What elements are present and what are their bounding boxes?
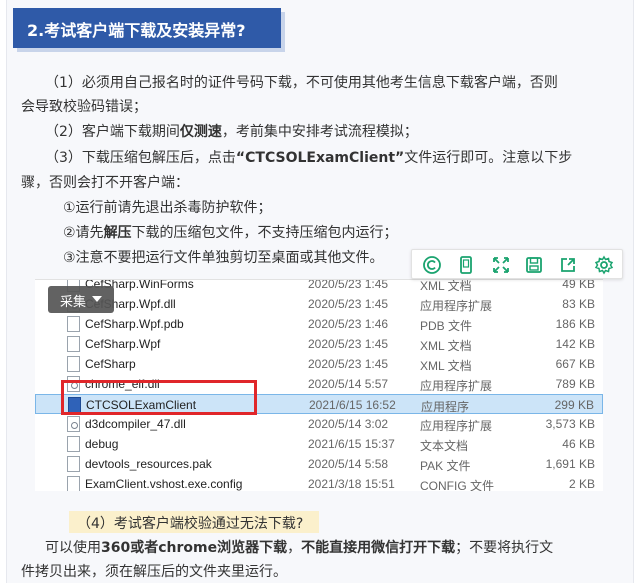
paragraph-5-line-2: 件拷贝出来，须在解压后的文件夹里运行。 — [21, 564, 287, 580]
article-page: 2.考试客户端下载及安装异常? （1）必须用自己报名时的证件号码下载，不可使用其… — [6, 0, 634, 583]
floating-toolbar — [411, 249, 623, 279]
file-row[interactable]: devtools_resources.pak 2020/5/14 5:58 PAK … — [35, 454, 603, 474]
collect-button-label: 采集 — [60, 295, 87, 310]
chevron-down-icon — [92, 296, 102, 302]
file-type: 应用程序扩展 — [420, 299, 493, 313]
expand-icon[interactable] — [491, 255, 511, 275]
share-icon[interactable] — [558, 255, 578, 275]
file-date: 2020/5/23 1:46 — [308, 317, 389, 331]
file-size: 667 KB — [555, 357, 595, 371]
file-name: debug — [85, 437, 119, 451]
settings-icon[interactable] — [594, 255, 614, 275]
file-name: devtools_resources.pak — [85, 457, 212, 471]
file-size: 46 KB — [562, 437, 595, 451]
file-size: 142 KB — [555, 337, 595, 351]
section-heading: 2.考试客户端下载及安装异常? — [13, 8, 281, 48]
file-type: XML 文档 — [420, 279, 472, 293]
file-type: 文本文档 — [420, 439, 469, 453]
file-icon — [67, 456, 80, 472]
step-1: ①运行前请先退出杀毒防护软件； — [63, 200, 272, 216]
file-size: 3,573 KB — [545, 417, 595, 431]
file-date: 2020/5/23 1:45 — [308, 297, 389, 311]
paragraph-2-bold: 仅测速 — [179, 124, 222, 140]
file-icon — [67, 356, 80, 372]
file-name: CefSharp — [85, 357, 136, 371]
paragraph-5-bold-1: 360或者chrome浏览器下载 — [101, 540, 288, 556]
paragraph-5-bold-2: 不能直接用微信打开下载 — [301, 540, 456, 556]
paragraph-2-pre: （2）客户端下载期间 — [45, 124, 180, 140]
file-type: PAK 文件 — [420, 459, 471, 473]
mobile-icon[interactable] — [456, 255, 476, 275]
file-name: d3dcompiler_47.dll — [85, 417, 186, 431]
file-date: 2021/6/15 15:37 — [308, 437, 395, 451]
dll-file-icon — [67, 416, 80, 432]
file-type: 应用程序扩展 — [420, 419, 493, 433]
file-date: 2020/5/14 5:57 — [308, 377, 389, 391]
file-icon — [67, 476, 80, 491]
paragraph-3-pre: （3）下载压缩包解压后，点击 — [45, 150, 236, 166]
paragraph-3-line-1: （3）下载压缩包解压后，点击“CTCSOLExamClient”文件运行即可。注… — [45, 147, 572, 167]
file-type: XML 文档 — [420, 359, 472, 373]
file-type: PDB 文件 — [420, 319, 473, 333]
file-date: 2020/5/14 3:02 — [308, 417, 389, 431]
file-icon — [67, 436, 80, 452]
step-2: ②请先解压下载的压缩包文件，不支持压缩包内运行； — [63, 222, 398, 242]
paragraph-2-post: ，考前集中安排考试流程模拟； — [221, 124, 418, 140]
paragraph-5-post: ；不要将执行文 — [455, 540, 554, 556]
file-date: 2020/5/23 1:45 — [308, 337, 389, 351]
file-name: ExamClient.vshost.exe.config — [85, 477, 243, 491]
file-row[interactable]: debug 2021/6/15 15:37 文本文档 46 KB — [35, 434, 603, 454]
file-row[interactable]: CefSharp 2020/5/23 1:45 XML 文档 667 KB — [35, 354, 603, 374]
highlight-box — [61, 380, 257, 415]
file-type: CONFIG 文件 — [420, 479, 494, 491]
save-icon[interactable] — [524, 255, 544, 275]
paragraph-3-line-2: 骤，否则会打不开客户端： — [21, 175, 189, 191]
paragraph-1-line-1: （1）必须用自己报名时的证件号码下载，不可使用其他考生信息下载客户端，否则 — [45, 75, 558, 91]
file-icon — [67, 316, 80, 332]
paragraph-3-bold: “CTCSOLExamClient” — [235, 150, 405, 166]
step-2-bold: 解压 — [103, 225, 132, 241]
file-date: 2020/5/23 1:45 — [308, 357, 389, 371]
step-3: ③注意不要把运行文件单独剪切至桌面或其他文件。 — [63, 250, 384, 266]
paragraph-2: （2）客户端下载期间仅测速，考前集中安排考试流程模拟； — [45, 121, 418, 141]
section-heading-text: 2.考试客户端下载及安装异常? — [27, 21, 246, 40]
file-type: XML 文档 — [420, 339, 472, 353]
copyright-icon[interactable] — [422, 255, 442, 275]
file-date: 2021/6/15 16:52 — [309, 398, 396, 412]
file-size: 2 KB — [568, 477, 595, 491]
paragraph-5-line-1: 可以使用360或者chrome浏览器下载，不能直接用微信打开下载；不要将执行文 — [45, 537, 553, 557]
collect-button[interactable]: 采集 — [48, 286, 114, 313]
file-size: 83 KB — [562, 297, 595, 311]
file-row[interactable]: d3dcompiler_47.dll 2020/5/14 3:02 应用程序扩展 3,… — [35, 414, 603, 434]
file-icon — [67, 336, 80, 352]
file-row[interactable]: CefSharp.Wpf.dll 2020/5/23 1:45 应用程序扩展 83 K… — [35, 294, 603, 314]
step-2-pre: ②请先 — [63, 225, 104, 241]
file-size: 789 KB — [555, 377, 595, 391]
file-name: CefSharp.Wpf — [85, 337, 161, 351]
file-size: 1,691 KB — [545, 457, 595, 471]
paragraph-3-post: 文件运行即可。注意以下步 — [404, 150, 573, 166]
note-heading: （4）考试客户端校验通过无法下载? — [69, 511, 319, 533]
paragraph-5-mid: ， — [287, 540, 302, 556]
file-name: CefSharp.Wpf.pdb — [85, 317, 184, 331]
file-row[interactable]: CefSharp.WinForms 2020/5/23 1:45 XML 文档 49 … — [35, 279, 603, 294]
file-date: 2020/5/14 5:58 — [308, 457, 389, 471]
step-2-post: 下载的压缩包文件，不支持压缩包内运行； — [131, 225, 398, 241]
paragraph-1-line-2: 会导致校验码错误； — [21, 99, 147, 115]
note-heading-text: （4）考试客户端校验通过无法下载? — [77, 516, 304, 532]
file-row[interactable]: ExamClient.vshost.exe.config 2021/3/18 15… — [35, 474, 603, 491]
file-row[interactable]: CefSharp.Wpf 2020/5/23 1:45 XML 文档 142 KB — [35, 334, 603, 354]
file-date: 2020/5/23 1:45 — [308, 279, 389, 291]
file-row[interactable]: CefSharp.Wpf.pdb 2020/5/23 1:46 PDB 文件 186 … — [35, 314, 603, 334]
paragraph-5-pre: 可以使用 — [45, 540, 101, 556]
file-size: 299 KB — [554, 398, 594, 412]
file-type: 应用程序 — [421, 400, 470, 414]
file-size: 49 KB — [562, 279, 595, 291]
file-type: 应用程序扩展 — [420, 379, 493, 393]
file-date: 2021/3/18 15:51 — [308, 477, 395, 491]
file-size: 186 KB — [555, 317, 595, 331]
